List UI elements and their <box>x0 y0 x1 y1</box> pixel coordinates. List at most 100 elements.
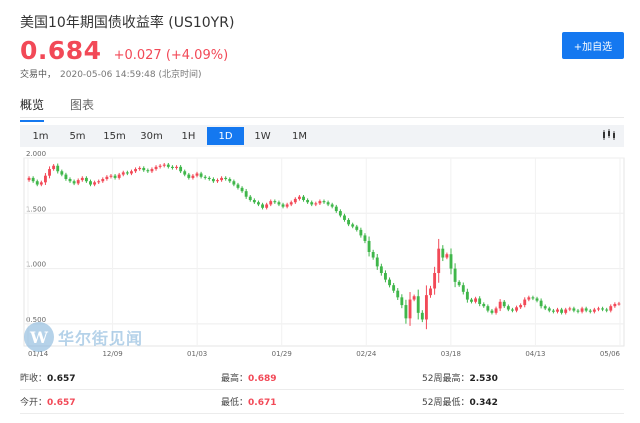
candle-body <box>48 169 51 176</box>
candle-body <box>498 301 502 309</box>
candle-body <box>613 303 617 307</box>
candle-body <box>465 291 469 300</box>
watermark: W 华尔街见闻 <box>24 322 143 352</box>
candle-body <box>363 235 367 241</box>
candle-body <box>306 200 310 203</box>
y-tick-label: 2.000 <box>26 150 46 158</box>
range-15m[interactable]: 15m <box>96 127 133 145</box>
candle-body <box>84 177 88 182</box>
candle-body <box>150 169 154 172</box>
candle-body <box>470 299 473 302</box>
candle-body <box>355 226 359 230</box>
status-text: 交易中， <box>20 70 57 80</box>
candle-body <box>568 308 572 310</box>
candle-body <box>601 308 604 310</box>
candle-body <box>338 211 342 216</box>
candle-body <box>302 196 305 201</box>
range-30m[interactable]: 30m <box>133 127 170 145</box>
candle-body <box>130 171 133 174</box>
candle-body <box>27 177 31 181</box>
candle-body <box>322 201 326 203</box>
candle-body <box>80 177 84 181</box>
candle-body <box>433 273 437 289</box>
candle-body <box>437 248 441 274</box>
add-to-watchlist-button[interactable]: +加自选 <box>562 32 624 59</box>
candle-body <box>343 215 346 220</box>
candle-body <box>535 298 539 301</box>
candle-body <box>220 177 224 181</box>
candle-body <box>134 169 137 172</box>
time-range-bar: 1m 5m 15m 30m 1H 1D 1W 1M <box>20 125 624 147</box>
stat-label: 最低： <box>221 398 249 408</box>
candle-body <box>367 240 371 252</box>
range-1d[interactable]: 1D <box>207 127 244 145</box>
candle-body <box>265 204 269 208</box>
candle-body <box>531 297 535 299</box>
candle-body <box>244 191 248 197</box>
candle-body <box>539 300 543 307</box>
candle-body <box>515 307 518 311</box>
candle-body <box>506 306 510 310</box>
stat-label: 52周最低： <box>422 398 470 408</box>
stats-row: 昨收：0.657 最高：0.689 52周最高：2.530 <box>20 366 624 390</box>
stat-value: 0.689 <box>248 374 277 384</box>
candle-body <box>142 167 146 171</box>
candle-body <box>334 206 338 212</box>
candle-body <box>297 196 301 199</box>
candle-body <box>68 179 72 182</box>
candle-body <box>543 306 547 309</box>
candle-body <box>97 181 101 183</box>
stat-value: 0.657 <box>47 398 76 408</box>
stat-label: 昨收： <box>20 374 48 384</box>
candle-body <box>117 174 121 178</box>
candle-body <box>273 201 277 203</box>
candle-body <box>236 184 240 188</box>
candle-body <box>597 308 600 310</box>
candle-body <box>64 174 68 180</box>
candle-body <box>408 299 412 319</box>
range-1h[interactable]: 1H <box>170 127 207 145</box>
candle-body <box>482 303 486 307</box>
tab-overview[interactable]: 概览 <box>20 96 45 122</box>
candle-body <box>154 166 158 170</box>
candle-body <box>146 170 150 172</box>
y-tick-label: 1.500 <box>26 205 46 213</box>
stat-value: 0.671 <box>248 398 277 408</box>
candle-body <box>31 177 35 182</box>
candle-body <box>203 176 207 178</box>
candle-body <box>158 165 162 167</box>
x-tick-label: 05/06 <box>600 350 621 358</box>
tab-chart[interactable]: 图表 <box>70 96 94 122</box>
candle-body <box>310 202 314 205</box>
timezone-label: (北京时间) <box>158 70 202 80</box>
range-5m[interactable]: 5m <box>59 127 96 145</box>
y-tick-label: 1.000 <box>26 261 46 269</box>
stats-row: 今开：0.657 最低：0.671 52周最低：0.342 <box>20 390 624 414</box>
candle-body <box>461 285 465 292</box>
candle-body <box>195 173 199 176</box>
candle-body <box>396 290 400 298</box>
candle-body <box>293 198 297 203</box>
view-tabs: 概览 图表 <box>20 96 94 122</box>
candle-body <box>216 180 219 182</box>
candle-body <box>474 298 478 302</box>
stat-high: 最高：0.689 <box>221 371 422 384</box>
candle-body <box>72 181 76 184</box>
candle-body <box>490 310 494 313</box>
candle-body <box>572 308 576 311</box>
chart-type-button[interactable] <box>596 124 622 146</box>
range-1mo[interactable]: 1M <box>281 127 318 145</box>
candle-body <box>60 171 64 175</box>
range-1m[interactable]: 1m <box>22 127 59 145</box>
candle-body <box>93 182 97 185</box>
candle-body <box>44 175 47 183</box>
candle-body <box>257 202 260 205</box>
range-1w[interactable]: 1W <box>244 127 281 145</box>
candle-body <box>392 285 396 291</box>
x-tick-label: 01/29 <box>272 350 292 358</box>
candle-body <box>404 305 408 319</box>
candlestick-settings-icon <box>603 129 615 140</box>
candle-body <box>281 204 285 207</box>
candle-body <box>494 308 498 313</box>
candle-body <box>617 303 621 305</box>
